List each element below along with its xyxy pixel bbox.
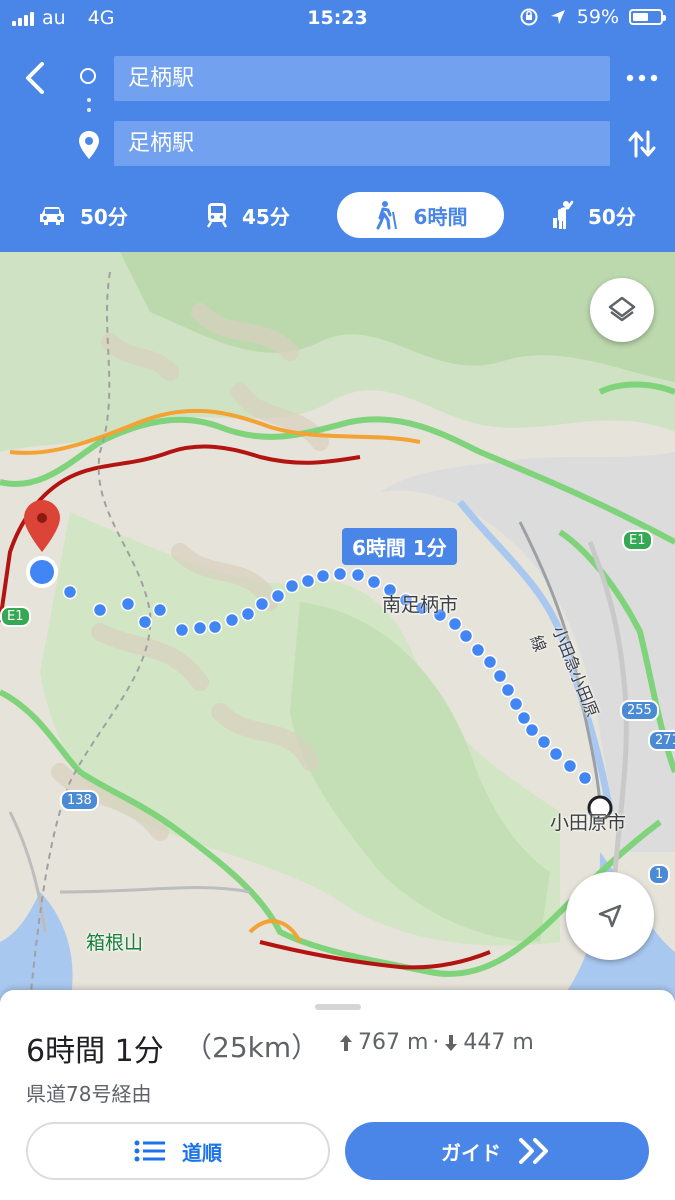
route-distance: （25km） xyxy=(184,1031,320,1064)
route-dot xyxy=(207,619,223,635)
destination-marker-icon[interactable] xyxy=(24,500,60,552)
sheet-drag-handle[interactable] xyxy=(315,1004,361,1010)
back-arrow-icon xyxy=(26,62,44,94)
origin-field[interactable]: 足柄駅 xyxy=(114,56,610,101)
route-dot xyxy=(350,567,366,583)
route-dot xyxy=(240,606,256,622)
route-duration: 6時間 1分 xyxy=(26,1034,164,1069)
route-dot xyxy=(152,602,168,618)
road-shield-138: 138 xyxy=(60,790,99,811)
swap-button[interactable] xyxy=(626,128,658,164)
arrow-up-icon xyxy=(340,1034,352,1051)
origin-circle-icon xyxy=(80,68,96,84)
rotation-lock-icon xyxy=(520,8,538,26)
walking-icon xyxy=(376,201,397,230)
route-dot xyxy=(458,628,474,644)
route-dot xyxy=(548,746,564,762)
road-shield-255: 255 xyxy=(620,700,659,721)
battery-fill xyxy=(633,13,649,21)
more-icon xyxy=(626,74,658,82)
elevation-ascent: 767 m xyxy=(358,1030,429,1055)
route-dot xyxy=(470,642,486,658)
road-shield-e1: E1 xyxy=(622,530,653,551)
elevation-info: 767 m · 447 m xyxy=(338,1030,534,1055)
arrow-down-icon xyxy=(445,1034,458,1051)
route-dot xyxy=(92,602,108,618)
route-dot xyxy=(508,696,524,712)
place-label-minami-ashigara: 南足柄市 xyxy=(382,594,459,616)
travel-modes: 50分 45分 6時間 50分 xyxy=(0,192,675,238)
mode-car-label: 50分 xyxy=(80,204,128,229)
elevation-separator: · xyxy=(432,1030,440,1055)
road-shield-271: 271 xyxy=(648,730,675,751)
route-dot xyxy=(492,668,508,684)
location-arrow-icon xyxy=(550,10,565,24)
route-dot xyxy=(482,654,498,670)
elevation-descent: 447 m xyxy=(463,1030,534,1055)
route-dot xyxy=(254,596,270,612)
route-dot xyxy=(524,722,540,738)
more-options-button[interactable] xyxy=(626,70,658,89)
route-dot xyxy=(174,622,190,638)
route-dot xyxy=(577,770,593,786)
route-dot xyxy=(366,574,382,590)
route-dot xyxy=(137,614,153,630)
swap-icon xyxy=(628,130,656,158)
current-location-marker[interactable] xyxy=(26,556,58,588)
navigation-arrow-icon xyxy=(598,904,622,928)
route-dot xyxy=(516,710,532,726)
battery-icon xyxy=(629,9,666,25)
map-view[interactable]: 138 255 271 E1 E1 1 南足柄市 小田原市 箱根山 小田急小田原… xyxy=(0,252,675,1002)
mode-transit-label: 45分 xyxy=(242,204,290,229)
mode-rideshare[interactable]: 50分 xyxy=(550,192,636,238)
route-summary-sheet[interactable]: 6時間 1分 （25km） 767 m · 447 m 県道78号経由 道順 ガ… xyxy=(0,990,675,1200)
layers-button[interactable] xyxy=(590,278,654,342)
layers-icon xyxy=(608,296,636,322)
route-dot xyxy=(315,568,331,584)
directions-header: au 4G 15:23 59% 足柄駅 足柄駅 50分 45分 6時間 50分 xyxy=(0,0,675,252)
route-dot xyxy=(270,588,286,604)
status-right: 59% xyxy=(519,6,666,28)
guide-button[interactable]: ガイド xyxy=(345,1122,649,1180)
destination-field[interactable]: 足柄駅 xyxy=(114,121,610,166)
route-dot xyxy=(447,616,463,632)
train-icon xyxy=(206,203,228,228)
route-dot xyxy=(500,682,516,698)
mode-car[interactable]: 50分 xyxy=(38,192,128,238)
my-location-button[interactable] xyxy=(566,872,654,960)
status-bar: au 4G 15:23 59% xyxy=(0,0,675,36)
list-icon xyxy=(134,1140,165,1162)
car-icon xyxy=(40,207,64,225)
road-shield-e1-west: E1 xyxy=(0,606,31,627)
place-label-hakone: 箱根山 xyxy=(86,932,144,954)
route-dot xyxy=(332,566,348,582)
route-dot xyxy=(62,584,78,600)
destination-marker-dot xyxy=(37,513,47,523)
road-shield-1: 1 xyxy=(648,864,671,885)
mode-rideshare-label: 50分 xyxy=(588,204,636,229)
back-button[interactable] xyxy=(20,58,60,102)
steps-button-label: 道順 xyxy=(182,1140,222,1165)
destination-pin-icon xyxy=(78,130,100,164)
guide-button-label: ガイド xyxy=(441,1140,501,1165)
route-dot xyxy=(562,758,578,774)
route-duration-label[interactable]: 6時間 1分 xyxy=(342,528,457,565)
route-dot xyxy=(536,734,552,750)
mode-walk[interactable]: 6時間 xyxy=(337,192,504,238)
place-label-odawara: 小田原市 xyxy=(550,812,627,834)
mode-walk-label: 6時間 xyxy=(413,204,468,229)
route-dot xyxy=(284,578,300,594)
route-dot xyxy=(224,612,240,628)
route-dot xyxy=(300,573,316,589)
mode-transit[interactable]: 45分 xyxy=(206,192,290,238)
rideshare-icon xyxy=(553,200,574,229)
route-dot xyxy=(120,596,136,612)
route-connector-icon xyxy=(87,98,91,118)
steps-button[interactable]: 道順 xyxy=(26,1122,330,1180)
route-dot xyxy=(192,620,208,636)
route-via: 県道78号経由 xyxy=(26,1082,152,1106)
battery-percent: 59% xyxy=(576,6,619,28)
double-chevron-icon xyxy=(519,1138,548,1164)
